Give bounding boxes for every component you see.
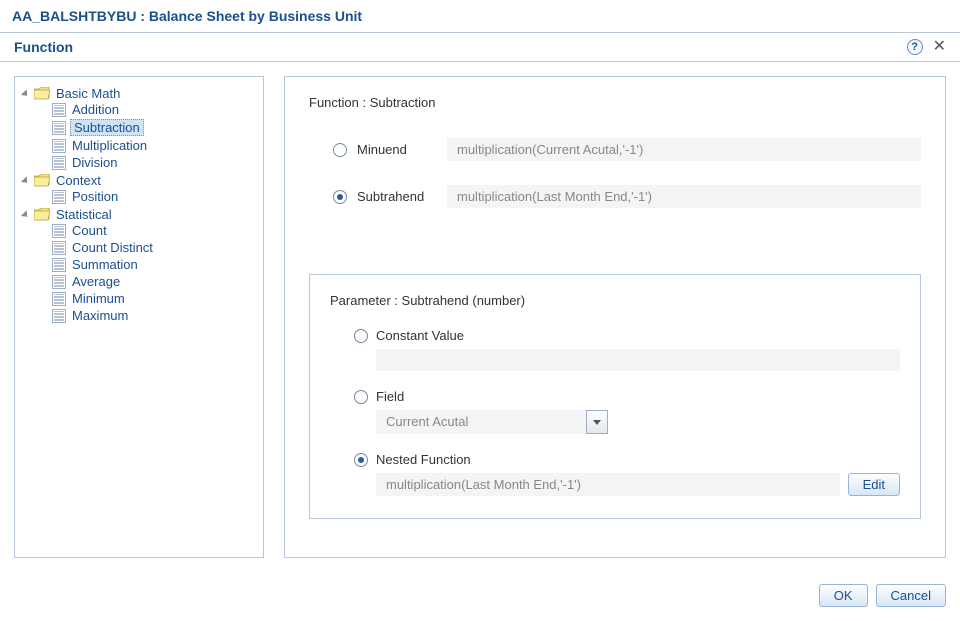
tree-item[interactable]: Multiplication xyxy=(41,138,257,153)
tree-panel: Basic MathAddition Subtraction Multiplicat… xyxy=(14,76,264,558)
select-field[interactable]: Current Acutal xyxy=(376,410,608,434)
folder-icon xyxy=(34,87,50,100)
ok-button[interactable]: OK xyxy=(819,584,868,607)
panel-header: Function ? ✕ xyxy=(0,32,960,62)
document-icon xyxy=(52,156,66,170)
document-icon xyxy=(52,224,66,238)
parameter-title: Parameter : Subtrahend (number) xyxy=(330,293,900,308)
radio-nested-function[interactable] xyxy=(354,453,368,467)
arg-value-minuend: multiplication(Current Acutal,'-1') xyxy=(447,138,921,161)
param-opt-field: Field Current Acutal xyxy=(354,389,900,434)
tree-scroll[interactable]: Basic MathAddition Subtraction Multiplicat… xyxy=(15,77,263,557)
tree-item-label[interactable]: Multiplication xyxy=(70,138,149,153)
tree-item-label[interactable]: Count xyxy=(70,223,109,238)
tree-folder-label[interactable]: Context xyxy=(54,173,103,188)
tree-item-label[interactable]: Minimum xyxy=(70,291,127,306)
panel-title: Function xyxy=(14,39,73,55)
arg-value-subtrahend: multiplication(Last Month End,'-1') xyxy=(447,185,921,208)
folder-icon xyxy=(34,208,50,221)
radio-field[interactable] xyxy=(354,390,368,404)
tree-item[interactable]: Position xyxy=(41,189,257,204)
select-field-value: Current Acutal xyxy=(376,410,586,434)
param-opt-nested: Nested Function multiplication(Last Mont… xyxy=(354,452,900,496)
chevron-down-icon[interactable] xyxy=(586,410,608,434)
label-constant-value: Constant Value xyxy=(376,328,464,343)
tree-folder[interactable]: Context xyxy=(23,173,257,188)
tree-folder[interactable]: Basic Math xyxy=(23,86,257,101)
document-icon xyxy=(52,258,66,272)
tree-item[interactable]: Division xyxy=(41,155,257,170)
tree-folder[interactable]: Statistical xyxy=(23,207,257,222)
tree-item-label[interactable]: Addition xyxy=(70,102,121,117)
label-nested-function: Nested Function xyxy=(376,452,471,467)
tree-item[interactable]: Summation xyxy=(41,257,257,272)
input-constant-value[interactable] xyxy=(376,349,900,371)
tree-item-label[interactable]: Subtraction xyxy=(70,119,144,136)
document-icon xyxy=(52,121,66,135)
cancel-button[interactable]: Cancel xyxy=(876,584,946,607)
tree-item[interactable]: Count xyxy=(41,223,257,238)
document-icon xyxy=(52,103,66,117)
tree-folder-label[interactable]: Statistical xyxy=(54,207,114,222)
tree-item-label[interactable]: Summation xyxy=(70,257,140,272)
edit-button[interactable]: Edit xyxy=(848,473,900,496)
function-editor-panel: Function : Subtraction Minuend multiplic… xyxy=(284,76,946,558)
tree-folder-label[interactable]: Basic Math xyxy=(54,86,122,101)
expander-icon[interactable] xyxy=(21,210,30,219)
tree-item[interactable]: Addition xyxy=(41,102,257,117)
arg-row-minuend[interactable]: Minuend multiplication(Current Acutal,'-… xyxy=(309,138,921,161)
tree-item-label[interactable]: Division xyxy=(70,155,120,170)
tree-item-label[interactable]: Count Distinct xyxy=(70,240,155,255)
expander-icon[interactable] xyxy=(21,89,30,98)
dialog-footer: OK Cancel xyxy=(0,572,960,621)
arg-label-minuend: Minuend xyxy=(357,142,437,157)
tree-item[interactable]: Average xyxy=(41,274,257,289)
parameter-panel: Parameter : Subtrahend (number) Constant… xyxy=(309,274,921,519)
document-icon xyxy=(52,275,66,289)
close-icon[interactable]: ✕ xyxy=(933,39,946,55)
tree-item[interactable]: Maximum xyxy=(41,308,257,323)
param-opt-constant: Constant Value xyxy=(354,328,900,371)
document-icon xyxy=(52,292,66,306)
folder-icon xyxy=(34,174,50,187)
document-icon xyxy=(52,139,66,153)
label-field: Field xyxy=(376,389,404,404)
tree-item-label[interactable]: Maximum xyxy=(70,308,130,323)
document-icon xyxy=(52,309,66,323)
value-nested-function: multiplication(Last Month End,'-1') xyxy=(376,473,840,496)
tree-item[interactable]: Minimum xyxy=(41,291,257,306)
document-icon xyxy=(52,241,66,255)
tree-item[interactable]: Subtraction xyxy=(41,119,257,136)
arg-row-subtrahend[interactable]: Subtrahend multiplication(Last Month End… xyxy=(309,185,921,208)
arg-label-subtrahend: Subtrahend xyxy=(357,189,437,204)
document-icon xyxy=(52,190,66,204)
help-icon[interactable]: ? xyxy=(907,39,923,55)
function-title: Function : Subtraction xyxy=(309,95,921,110)
radio-subtrahend[interactable] xyxy=(333,190,347,204)
radio-minuend[interactable] xyxy=(333,143,347,157)
tree-item-label[interactable]: Average xyxy=(70,274,122,289)
window-title: AA_BALSHTBYBU : Balance Sheet by Busines… xyxy=(0,0,960,32)
tree-item-label[interactable]: Position xyxy=(70,189,120,204)
radio-constant-value[interactable] xyxy=(354,329,368,343)
expander-icon[interactable] xyxy=(21,176,30,185)
tree-item[interactable]: Count Distinct xyxy=(41,240,257,255)
